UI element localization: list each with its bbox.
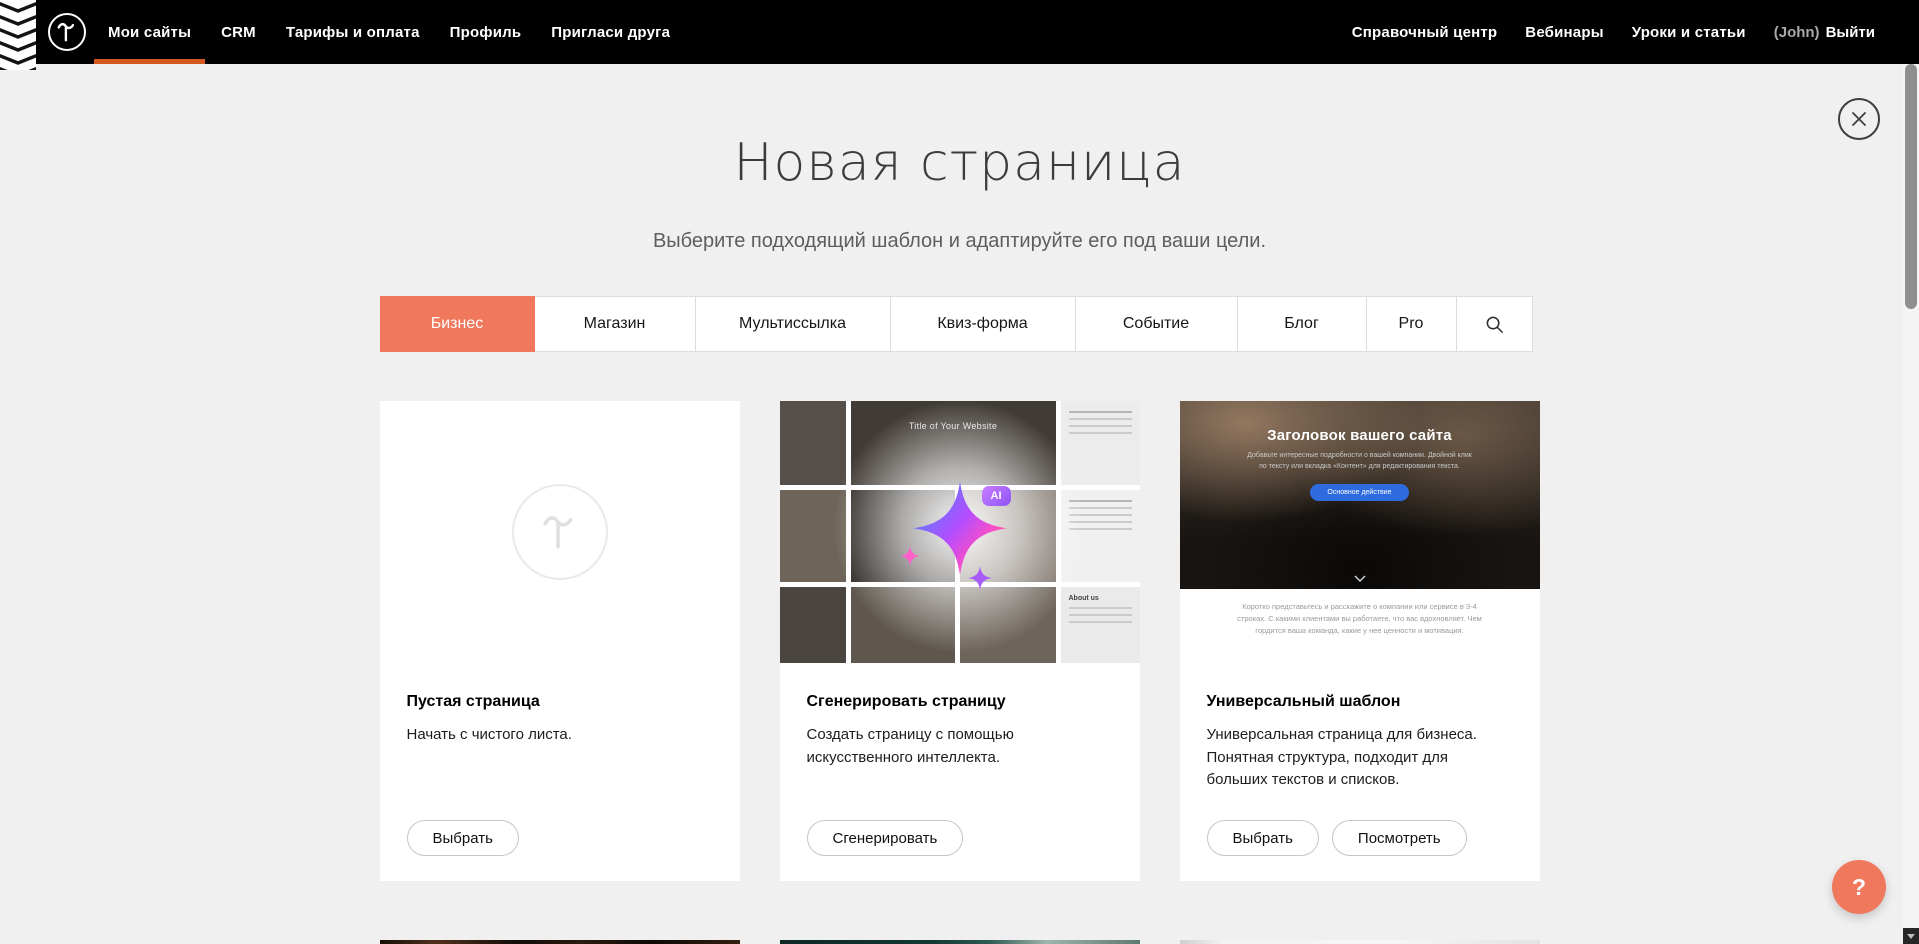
- scrollbar-thumb[interactable]: [1905, 64, 1917, 309]
- nav-item-invite-friend[interactable]: Пригласи друга: [551, 0, 670, 64]
- template-body: Коротко представьтесь и расскажите о ком…: [1180, 589, 1540, 637]
- tab-quiz[interactable]: Квиз-форма: [890, 296, 1076, 352]
- main-navigation: Мои сайты CRM Тарифы и оплата Профиль Пр…: [108, 0, 670, 64]
- nav-item-webinars[interactable]: Вебинары: [1525, 0, 1603, 64]
- tab-shop[interactable]: Магазин: [534, 296, 696, 352]
- nav-item-profile[interactable]: Профиль: [450, 0, 522, 64]
- ai-template-preview[interactable]: Title of Your Website About us: [780, 401, 1140, 663]
- tab-pro[interactable]: Pro: [1366, 296, 1457, 352]
- nav-item-crm[interactable]: CRM: [221, 0, 256, 64]
- user-name: (John): [1774, 24, 1820, 41]
- secondary-navigation: Справочный центр Вебинары Уроки и статьи…: [1352, 0, 1875, 64]
- tilda-logo[interactable]: [48, 13, 86, 51]
- tab-search[interactable]: [1456, 296, 1533, 352]
- tilda-watermark-icon: [512, 484, 608, 580]
- template-cards-row-2: [380, 940, 1540, 944]
- template-hero: Заголовок вашего сайта Добавьте интересн…: [1180, 401, 1540, 589]
- select-blank-button[interactable]: Выбрать: [407, 820, 519, 856]
- generate-page-button[interactable]: Сгенерировать: [807, 820, 964, 856]
- card-description: Универсальная страница для бизнеса. Поня…: [1207, 724, 1507, 792]
- card-title: Сгенерировать страницу: [807, 693, 1113, 711]
- preview-universal-button[interactable]: Посмотреть: [1332, 820, 1467, 856]
- card-description: Начать с чистого листа.: [407, 724, 707, 747]
- nav-item-lessons[interactable]: Уроки и статьи: [1632, 0, 1746, 64]
- template-card-partial[interactable]: [1180, 940, 1540, 944]
- card-description: Создать страницу с помощью искусственног…: [807, 724, 1107, 769]
- blank-template-preview[interactable]: [380, 401, 740, 663]
- template-cta-button: Основное действие: [1310, 484, 1408, 501]
- zigzag-pattern: [0, 0, 36, 70]
- small-sparkle-icon: [968, 566, 992, 590]
- template-subheading: Добавьте интересные подробности о вашей …: [1244, 451, 1476, 473]
- universal-template-preview[interactable]: Заголовок вашего сайта Добавьте интересн…: [1180, 401, 1540, 663]
- template-card-partial[interactable]: [380, 940, 740, 944]
- chevron-down-icon: [1354, 575, 1366, 582]
- template-body-text: Коротко представьтесь и расскажите о ком…: [1234, 601, 1486, 637]
- card-title: Универсальный шаблон: [1207, 693, 1513, 711]
- page-subtitle: Выберите подходящий шаблон и адаптируйте…: [0, 230, 1919, 253]
- tab-multilink[interactable]: Мультиссылка: [695, 296, 891, 352]
- template-card-partial[interactable]: [780, 940, 1140, 944]
- new-page-dialog: Новая страница Выберите подходящий шабло…: [0, 132, 1919, 944]
- topbar: Мои сайты CRM Тарифы и оплата Профиль Пр…: [0, 0, 1919, 64]
- close-button[interactable]: [1838, 98, 1880, 140]
- nav-item-tariffs[interactable]: Тарифы и оплата: [286, 0, 420, 64]
- tab-business[interactable]: Бизнес: [380, 296, 535, 352]
- user-box: (John) Выйти: [1774, 0, 1875, 64]
- card-info: Сгенерировать страницу Создать страницу …: [780, 663, 1140, 881]
- card-info: Универсальный шаблон Универсальная стран…: [1180, 663, 1540, 881]
- help-button[interactable]: ?: [1832, 860, 1886, 914]
- small-sparkle-icon: [900, 546, 920, 566]
- page-title: Новая страница: [0, 132, 1919, 194]
- template-heading: Заголовок вашего сайта: [1267, 427, 1452, 444]
- select-universal-button[interactable]: Выбрать: [1207, 820, 1319, 856]
- nav-item-my-sites[interactable]: Мои сайты: [108, 0, 191, 64]
- template-card-blank: Пустая страница Начать с чистого листа. …: [380, 401, 740, 881]
- ai-badge: AI: [982, 486, 1011, 506]
- logout-link[interactable]: Выйти: [1826, 24, 1875, 41]
- tab-blog[interactable]: Блог: [1237, 296, 1367, 352]
- nav-item-help-center[interactable]: Справочный центр: [1352, 0, 1498, 64]
- template-card-universal: Заголовок вашего сайта Добавьте интересн…: [1180, 401, 1540, 881]
- card-title: Пустая страница: [407, 693, 713, 711]
- tab-event[interactable]: Событие: [1075, 296, 1238, 352]
- template-category-tabs: Бизнес Магазин Мультиссылка Квиз-форма С…: [380, 296, 1540, 352]
- template-card-ai-generate: Title of Your Website About us: [780, 401, 1140, 881]
- scrollbar-track[interactable]: [1903, 64, 1919, 944]
- template-cards-row: Пустая страница Начать с чистого листа. …: [380, 401, 1540, 881]
- close-icon: [1851, 111, 1867, 127]
- search-icon: [1485, 315, 1504, 334]
- scrollbar-down-arrow[interactable]: [1903, 928, 1919, 944]
- card-info: Пустая страница Начать с чистого листа. …: [380, 663, 740, 881]
